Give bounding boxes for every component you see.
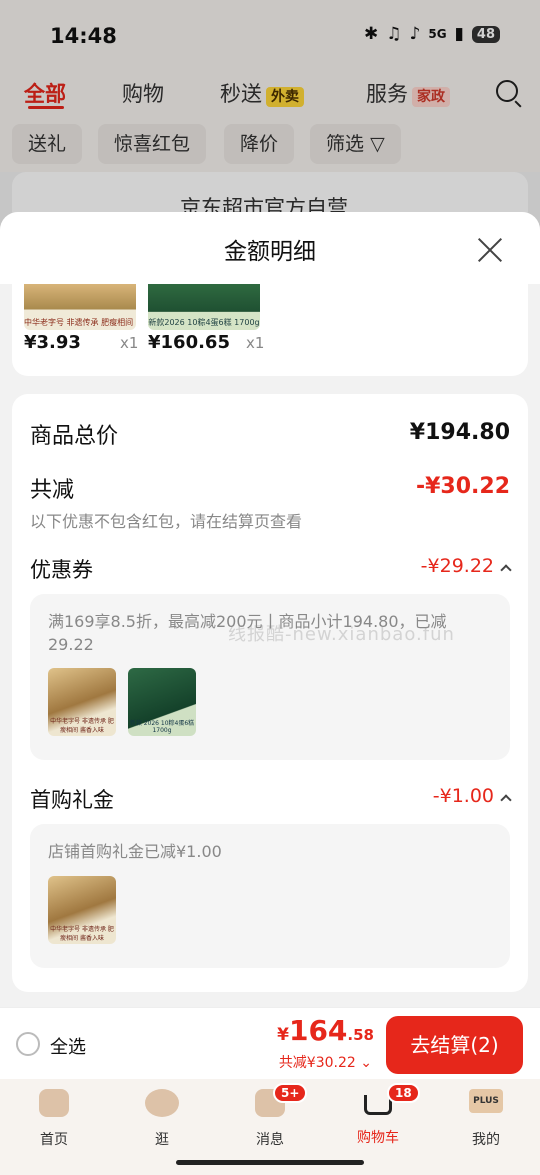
nav-label: 首页: [40, 1132, 68, 1148]
amount-detail-sheet: 金额明细 中华老字号 非遗传承 肥瘦相间 酱香入味 ¥3.93 x1 新款202…: [0, 212, 540, 1007]
product-image-caption: 新款 2026 10粽4蛋6糕 1700g: [129, 720, 195, 734]
select-all-checkbox[interactable]: [16, 1032, 40, 1056]
coupon-product-image-giftbox: 新款 2026 10粽4蛋6糕 1700g: [128, 668, 196, 736]
product-qty: x1: [120, 334, 139, 352]
nav-label: 购物车: [357, 1130, 399, 1146]
nav-label: 消息: [256, 1132, 284, 1148]
product-image-caption: 中华老字号 非遗传承 肥瘦相间 酱香入味: [50, 718, 114, 734]
coupon-product-image-zongzi: 中华老字号 非遗传承 肥瘦相间 酱香入味: [48, 668, 116, 736]
product-price: ¥3.93: [24, 332, 81, 353]
plus-icon: PLUS: [469, 1089, 503, 1113]
watermark: 线报酷-new.xianbao.fun: [228, 624, 455, 645]
product-image-caption: 中华老字号 非遗传承 肥瘦相间 酱香入味: [50, 926, 114, 942]
nav-item-messages[interactable]: 5+ 消息: [230, 1083, 310, 1149]
product-strip: 中华老字号 非遗传承 肥瘦相间 酱香入味 ¥3.93 x1 新款2026 10粽…: [12, 284, 528, 376]
product-image-giftbox[interactable]: 新款2026 10粽4蛋6糕 1700g: [148, 284, 260, 330]
nav-item-mine[interactable]: PLUS 我的: [446, 1089, 526, 1149]
first-gift-toggle[interactable]: -¥1.00: [432, 785, 512, 807]
coupon-detail: 满169享8.5折，最高减200元丨商品小计194.80，已减29.22 中华老…: [30, 594, 510, 760]
select-all-label[interactable]: 全选: [50, 1033, 86, 1059]
reduction-label: 共减: [30, 478, 75, 503]
subtotal-label: 商品总价: [30, 424, 119, 449]
home-indicator[interactable]: [176, 1160, 364, 1165]
home-icon: [39, 1089, 69, 1117]
message-icon: 5+: [255, 1083, 308, 1117]
chevron-up-icon: [500, 564, 512, 576]
reduction-note: 以下优惠不包含红包，请在结算页查看: [30, 512, 303, 531]
first-gift-value: -¥1.00: [432, 785, 494, 807]
total-integer: 164: [288, 1014, 348, 1047]
product-qty: x1: [246, 334, 265, 352]
total-decimal: .58: [347, 1026, 374, 1044]
cart-count-badge: 18: [387, 1083, 420, 1103]
coupon-toggle[interactable]: -¥29.22: [420, 555, 512, 577]
cart-icon: 18: [364, 1083, 420, 1115]
nav-label: 逛: [155, 1132, 169, 1148]
browse-icon: [145, 1089, 179, 1117]
currency-symbol: ¥: [277, 1025, 289, 1045]
first-gift-label: 首购礼金: [30, 788, 114, 812]
product-image-zongzi[interactable]: 中华老字号 非遗传承 肥瘦相间 酱香入味: [24, 284, 136, 330]
subtotal-value: ¥194.80: [409, 420, 510, 445]
nav-item-cart[interactable]: 18 购物车: [338, 1083, 420, 1147]
checkout-button[interactable]: 去结算(2): [386, 1016, 523, 1074]
sheet-title: 金额明细: [224, 239, 316, 265]
total-price: ¥164.58: [277, 1014, 374, 1047]
discount-text: 共减¥30.22: [278, 1055, 356, 1071]
sheet-header: 金额明细: [0, 212, 540, 284]
product-image-caption: 中华老字号 非遗传承 肥瘦相间 酱香入味: [24, 318, 136, 327]
discount-summary[interactable]: 共减¥30.22 ⌄: [279, 1052, 372, 1072]
chevron-down-icon: ⌄: [360, 1055, 372, 1071]
coupon-value: -¥29.22: [420, 555, 494, 577]
first-gift-description: 店铺首购礼金已减¥1.00: [48, 842, 222, 861]
nav-item-home[interactable]: 首页: [14, 1089, 94, 1149]
chevron-up-icon: [500, 794, 512, 806]
nav-label: 我的: [472, 1132, 500, 1148]
first-gift-detail: 店铺首购礼金已减¥1.00 中华老字号 非遗传承 肥瘦相间 酱香入味: [30, 824, 510, 968]
coupon-label: 优惠券: [30, 558, 93, 582]
reduction-value: -¥30.22: [415, 474, 510, 499]
price-breakdown: 商品总价 ¥194.80 共减 -¥30.22 以下优惠不包含红包，请在结算页查…: [12, 394, 528, 992]
message-count-badge: 5+: [273, 1083, 308, 1103]
close-icon[interactable]: [476, 236, 504, 264]
nav-item-browse[interactable]: 逛: [122, 1089, 202, 1149]
product-image-caption: 新款2026 10粽4蛋6糕 1700g: [148, 318, 260, 327]
checkout-bar: 全选 ¥164.58 共减¥30.22 ⌄ 去结算(2): [0, 1007, 540, 1079]
product-price: ¥160.65: [148, 332, 230, 353]
gift-product-image-zongzi: 中华老字号 非遗传承 肥瘦相间 酱香入味: [48, 876, 116, 944]
